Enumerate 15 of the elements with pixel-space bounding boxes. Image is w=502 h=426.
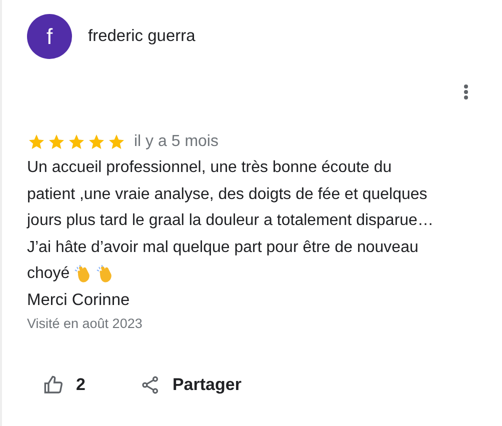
avatar[interactable]: f [27, 14, 72, 59]
more-options-icon[interactable] [463, 84, 469, 100]
review-date: il y a 5 mois [134, 133, 218, 151]
clapping-hands-icon [74, 264, 92, 284]
signature: Merci Corinne [27, 290, 131, 310]
review-text-line: choyé [27, 264, 70, 284]
review-text-line: patient ,une vraie analyse, des doigts de fée et quelques [27, 184, 428, 204]
thumbs-up-icon [43, 374, 64, 394]
clapping-hands-icon [96, 264, 114, 284]
review-text-line: jours plus tard le graal la douleur a totalement disparue… [27, 211, 434, 231]
reviewer-name[interactable]: frederic guerra [88, 27, 196, 46]
review-text-line: J’ai hâte d’avoir mal quelque part pour être de nouveau [27, 238, 418, 258]
review-text-line: Un accueil professionnel, une très bonne écoute du [27, 158, 392, 178]
share-icon [141, 374, 160, 394]
visit-date: Visité en août 2023 [27, 316, 144, 330]
